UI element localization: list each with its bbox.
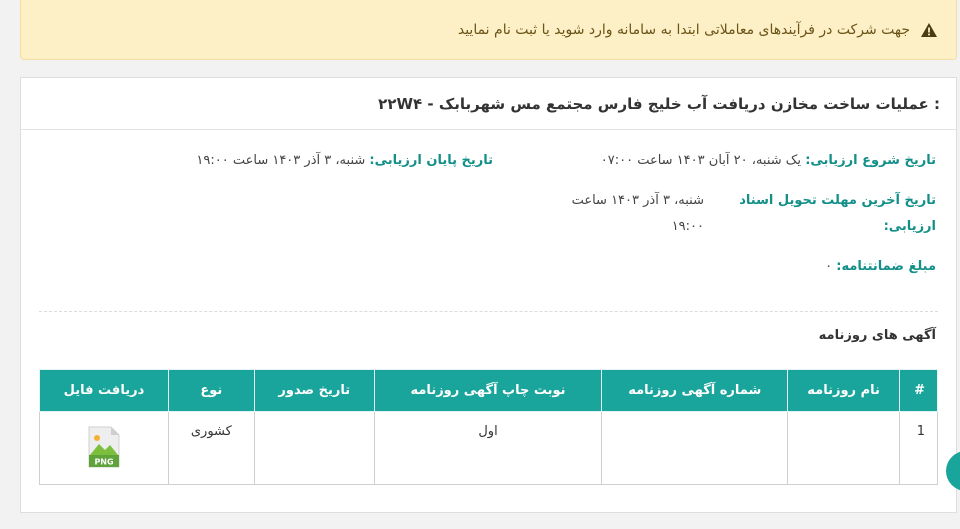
deadline-label: تاریخ آخرین مهلت تحویل اسناد ارزیابی:	[739, 193, 936, 234]
ads-table: # نام روزنامه شماره آگهی روزنامه نوبت چا…	[39, 369, 938, 485]
start-date-label: تاریخ شروع ارزیابی:	[805, 153, 936, 168]
end-date-label: تاریخ پایان ارزیابی:	[369, 153, 493, 168]
login-alert: جهت شرکت در فرآیندهای معاملاتی ابتدا به …	[20, 0, 957, 60]
warning-icon	[921, 22, 937, 37]
end-date-row: تاریخ پایان ارزیابی: شنبه، ۳ آذر ۱۴۰۳ سا…	[196, 148, 493, 174]
tender-card: : عملیات ساخت مخازن دریافت آب خلیج فارس …	[20, 77, 957, 513]
section-divider	[39, 311, 938, 312]
col-issue-date: تاریخ صدور	[253, 369, 375, 412]
cell-number: 1	[899, 411, 938, 485]
end-date-value: شنبه، ۳ آذر ۱۴۰۳ ساعت ۱۹:۰۰	[196, 153, 366, 168]
cell-issue-date	[253, 411, 375, 485]
cell-ad-number	[601, 411, 789, 485]
tender-title: : عملیات ساخت مخازن دریافت آب خلیج فارس …	[21, 78, 956, 130]
ads-section-title: آگهی های روزنامه	[818, 328, 936, 343]
cell-type: کشوری	[167, 411, 255, 485]
cell-print-round: اول	[373, 411, 603, 485]
guarantee-value: ۰	[825, 259, 833, 274]
col-file-download: دریافت فایل	[39, 369, 169, 412]
cell-file-download: PNG	[39, 411, 169, 485]
guarantee-label: مبلغ ضمانتنامه:	[836, 259, 936, 274]
guarantee-row: مبلغ ضمانتنامه: ۰	[825, 254, 936, 280]
alert-text: جهت شرکت در فرآیندهای معاملاتی ابتدا به …	[457, 21, 910, 38]
col-number: #	[899, 369, 938, 412]
table-row: 1 اول کشوری PNG	[39, 411, 938, 485]
col-print-round: نوبت چاپ آگهی روزنامه	[373, 369, 603, 412]
start-date-row: تاریخ شروع ارزیابی: یک شنبه، ۲۰ آبان ۱۴۰…	[601, 148, 936, 174]
png-file-icon[interactable]: PNG	[87, 426, 121, 468]
ads-table-header: # نام روزنامه شماره آگهی روزنامه نوبت چا…	[39, 369, 938, 412]
col-newspaper-name: نام روزنامه	[787, 369, 901, 412]
col-ad-number: شماره آگهی روزنامه	[601, 369, 789, 412]
col-type: نوع	[167, 369, 255, 412]
deadline-value: شنبه، ۳ آذر ۱۴۰۳ ساعت ۱۹:۰۰	[571, 193, 704, 234]
start-date-value: یک شنبه، ۲۰ آبان ۱۴۰۳ ساعت ۰۷:۰۰	[600, 153, 802, 168]
png-badge-text: PNG	[94, 458, 113, 467]
cell-newspaper-name	[787, 411, 901, 485]
